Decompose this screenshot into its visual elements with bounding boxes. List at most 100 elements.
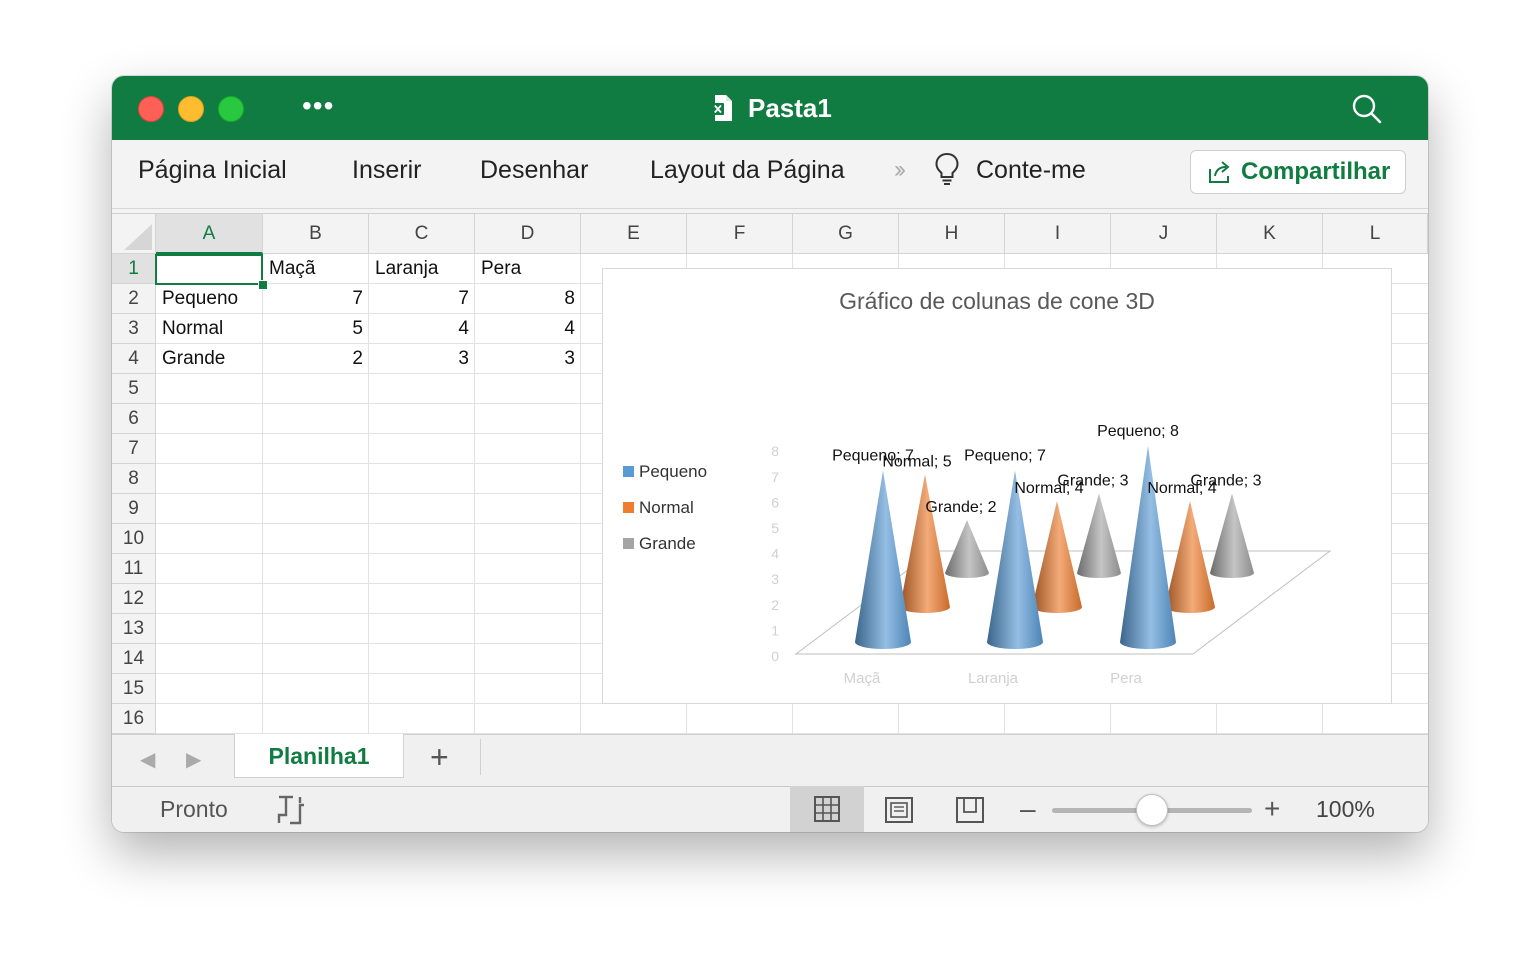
grid-view-icon xyxy=(814,796,840,822)
column-header-j[interactable]: J xyxy=(1111,214,1217,254)
lightbulb-icon[interactable] xyxy=(934,152,960,191)
tab-layout-da-pagina[interactable]: Layout da Página xyxy=(650,156,845,185)
row-header-12[interactable]: 12 xyxy=(112,584,156,614)
cell-b4[interactable]: 2 xyxy=(263,344,369,374)
cell-d2[interactable]: 8 xyxy=(475,284,581,314)
page-layout-view-icon[interactable] xyxy=(884,796,914,829)
cell-a3[interactable]: Normal xyxy=(156,314,263,344)
column-header-l[interactable]: L xyxy=(1323,214,1428,254)
zoom-window-button[interactable] xyxy=(218,96,244,122)
ribbon-overflow-chevron-icon[interactable]: ›› xyxy=(894,156,906,184)
data-label-normal-0: Normal; 5 xyxy=(882,454,951,471)
row-header-1[interactable]: 1 xyxy=(112,254,156,284)
column-header-e[interactable]: E xyxy=(581,214,687,254)
cell-a4[interactable]: Grande xyxy=(156,344,263,374)
cone-grande-1[interactable] xyxy=(1077,493,1121,579)
legend-swatch-pequeno xyxy=(623,466,634,477)
spreadsheet-grid[interactable]: A B C D E F G H I J K L 1 2 3 4 5 6 7 8 … xyxy=(112,214,1428,734)
column-header-k[interactable]: K xyxy=(1217,214,1323,254)
cell-d3[interactable]: 4 xyxy=(475,314,581,344)
cell-d1[interactable]: Pera xyxy=(475,254,581,284)
tell-me-search[interactable]: Conte-me xyxy=(976,156,1086,185)
column-header-h[interactable]: H xyxy=(899,214,1005,254)
zoom-slider-knob[interactable] xyxy=(1136,794,1168,826)
legend-label-normal: Normal xyxy=(639,498,694,517)
y-tick-label: 0 xyxy=(771,648,779,664)
row-header-15[interactable]: 15 xyxy=(112,674,156,704)
y-tick-label: 4 xyxy=(771,546,779,562)
cell-c4[interactable]: 3 xyxy=(369,344,475,374)
sheet-prev-arrow-icon[interactable]: ◀ xyxy=(140,747,155,772)
search-icon[interactable] xyxy=(1352,94,1382,129)
share-button-label: Compartilhar xyxy=(1241,158,1391,185)
row-header-8[interactable]: 8 xyxy=(112,464,156,494)
cell-b2[interactable]: 7 xyxy=(263,284,369,314)
zoom-level[interactable]: 100% xyxy=(1316,796,1375,823)
data-label-grande-1: Grande; 3 xyxy=(1057,473,1128,490)
row-header-5[interactable]: 5 xyxy=(112,374,156,404)
row-header-4[interactable]: 4 xyxy=(112,344,156,374)
row-header-2[interactable]: 2 xyxy=(112,284,156,314)
add-sheet-button[interactable]: + xyxy=(430,739,449,776)
fill-handle[interactable] xyxy=(258,280,268,290)
column-header-a[interactable]: A xyxy=(156,214,263,254)
column-header-b[interactable]: B xyxy=(263,214,369,254)
cell-c3[interactable]: 4 xyxy=(369,314,475,344)
cone-pequeno-0[interactable] xyxy=(855,470,911,650)
minimize-window-button[interactable] xyxy=(178,96,204,122)
cell-d4[interactable]: 3 xyxy=(475,344,581,374)
window-title: Pasta1 xyxy=(748,92,832,123)
zoom-out-button[interactable]: – xyxy=(1020,793,1036,825)
title-area: Pasta1 xyxy=(712,92,832,124)
cone-grande-2[interactable] xyxy=(1210,493,1254,579)
column-header-g[interactable]: G xyxy=(793,214,899,254)
row-header-13[interactable]: 13 xyxy=(112,614,156,644)
row-header-7[interactable]: 7 xyxy=(112,434,156,464)
cell-a2[interactable]: Pequeno xyxy=(156,284,263,314)
tab-pagina-inicial[interactable]: Página Inicial xyxy=(138,156,287,185)
cone-normal-0[interactable] xyxy=(900,474,950,614)
select-all-corner[interactable] xyxy=(112,214,156,254)
row-header-16[interactable]: 16 xyxy=(112,704,156,734)
row-header-9[interactable]: 9 xyxy=(112,494,156,524)
row-header-11[interactable]: 11 xyxy=(112,554,156,584)
title-bar: ••• Pasta1 xyxy=(112,76,1428,140)
sheet-next-arrow-icon[interactable]: ▶ xyxy=(186,747,201,772)
sheet-tab-planilha1[interactable]: Planilha1 xyxy=(234,734,404,778)
zoom-in-button[interactable]: + xyxy=(1264,793,1280,825)
row-header-10[interactable]: 10 xyxy=(112,524,156,554)
y-tick-label: 1 xyxy=(771,622,779,638)
column-header-i[interactable]: I xyxy=(1005,214,1111,254)
row-header-14[interactable]: 14 xyxy=(112,644,156,674)
page-break-view-icon[interactable] xyxy=(955,796,985,829)
y-tick-label: 5 xyxy=(771,520,779,536)
close-window-button[interactable] xyxy=(138,96,164,122)
more-options-button[interactable]: ••• xyxy=(302,92,334,120)
normal-view-button[interactable] xyxy=(790,786,864,832)
chart-legend[interactable]: Pequeno Normal Grande xyxy=(623,462,707,553)
row-header-6[interactable]: 6 xyxy=(112,404,156,434)
row-header-3[interactable]: 3 xyxy=(112,314,156,344)
sheet-tab-bar: ◀ ▶ Planilha1 + xyxy=(112,734,1428,787)
chart-data-labels: Pequeno; 7 Pequeno; 7Pequeno; 8Normal; 5N… xyxy=(832,423,1262,516)
y-tick-label: 3 xyxy=(771,571,779,587)
column-header-f[interactable]: F xyxy=(687,214,793,254)
cell-c2[interactable]: 7 xyxy=(369,284,475,314)
tab-inserir[interactable]: Inserir xyxy=(352,156,421,185)
status-bar: Pronto – + 100% xyxy=(112,786,1428,832)
cell-b3[interactable]: 5 xyxy=(263,314,369,344)
cell-c1[interactable]: Laranja xyxy=(369,254,475,284)
tab-desenhar[interactable]: Desenhar xyxy=(480,156,588,185)
cell-b1[interactable]: Maçã xyxy=(263,254,369,284)
active-cell-selection[interactable] xyxy=(155,254,263,285)
column-header-d[interactable]: D xyxy=(475,214,581,254)
data-label-grande-0: Grande; 2 xyxy=(925,499,996,516)
chart-title: Gráfico de colunas de cone 3D xyxy=(839,288,1155,314)
cone-chart[interactable]: Gráfico de colunas de cone 3D Pequeno Nor… xyxy=(602,268,1392,704)
column-header-c[interactable]: C xyxy=(369,214,475,254)
chart-x-axis: Maçã Laranja Pera xyxy=(844,670,1143,687)
legend-swatch-grande xyxy=(623,538,634,549)
share-button[interactable]: Compartilhar xyxy=(1190,150,1406,194)
cone-grande-0[interactable] xyxy=(945,520,989,578)
accessibility-icon[interactable] xyxy=(274,793,308,832)
